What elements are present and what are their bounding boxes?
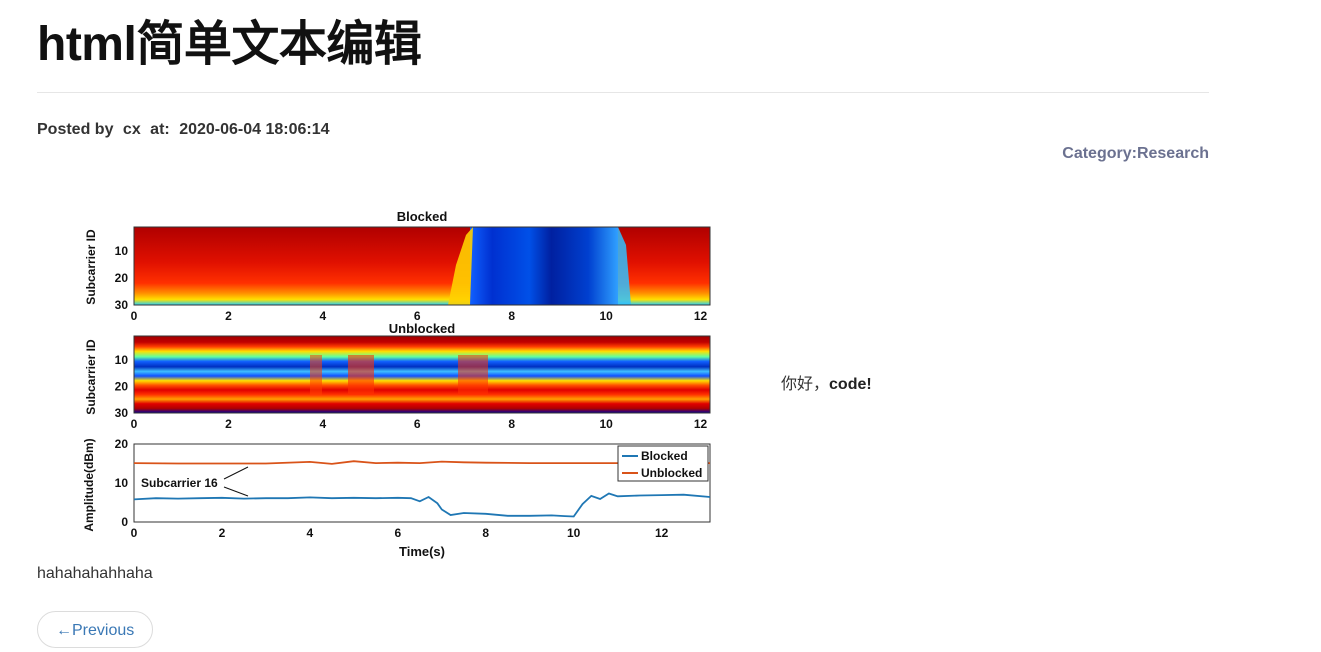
- y-tick-label: 20: [115, 437, 129, 451]
- legend-label-unblocked: Unblocked: [641, 466, 702, 480]
- y-ticks: 10 20 30: [115, 353, 129, 420]
- heatmap-blocked: Blocked Subcarrier ID 102030 0 2 4 6 8 10 12: [84, 209, 711, 323]
- y-tick-label: 0: [121, 515, 128, 529]
- y-axis-label: Subcarrier ID: [84, 339, 98, 415]
- x-tick-label: 10: [599, 417, 613, 431]
- x-tick-label: 8: [508, 309, 515, 323]
- y-tick-label: 20: [115, 271, 129, 285]
- x-ticks: 0 2 4 6 8 10 12: [131, 526, 669, 540]
- greeting-bold: code!: [829, 376, 872, 393]
- author-name: cx: [122, 121, 141, 138]
- chart-title: Blocked: [397, 209, 448, 224]
- x-tick-label: 4: [320, 309, 327, 323]
- x-tick-label: 0: [131, 417, 138, 431]
- x-tick-label: 6: [394, 526, 401, 540]
- x-tick-label: 2: [219, 526, 226, 540]
- y-axis-label: Amplitude(dBm): [82, 438, 96, 531]
- x-tick-label: 10: [599, 309, 613, 323]
- legend-label-blocked: Blocked: [641, 449, 688, 463]
- inline-greeting: 你好，code!: [781, 370, 872, 394]
- annotation-label: Subcarrier 16: [141, 476, 218, 490]
- x-tick-label: 12: [694, 309, 708, 323]
- y-ticks: 10 20 30: [115, 244, 129, 312]
- post-timestamp: 2020-06-04 18:06:14: [179, 121, 330, 138]
- amplitude-line-chart: Amplitude(dBm) Time(s) 0 10 20 0 2 4 6 8 10 12 S…: [82, 437, 711, 559]
- legend: Blocked Unblocked: [617, 445, 709, 482]
- post-title: html简单文本编辑: [37, 18, 422, 71]
- x-tick-label: 6: [414, 417, 421, 431]
- y-tick-label: 10: [115, 353, 129, 367]
- x-tick-label: 10: [567, 526, 581, 540]
- greeting-text: 你好，: [781, 376, 830, 393]
- y-ticks: 0 10 20: [115, 437, 129, 529]
- figure-image: Blocked Subcarrier ID 102030 0 2 4 6 8 10 12 U…: [82, 209, 711, 559]
- title-divider: [37, 92, 1209, 93]
- y-tick-label: 30: [115, 298, 129, 312]
- post-body-text: hahahahahhaha: [37, 565, 153, 582]
- x-tick-label: 8: [482, 526, 489, 540]
- y-axis-label: Subcarrier ID: [84, 229, 98, 305]
- x-ticks: 0 2 4 6 8 10 12: [131, 417, 708, 431]
- x-tick-label: 12: [694, 417, 708, 431]
- x-tick-label: 2: [225, 309, 232, 323]
- posted-by-label: Posted by: [37, 121, 114, 138]
- x-tick-label: 4: [320, 417, 327, 431]
- x-tick-label: 0: [131, 309, 138, 323]
- y-tick-label: 10: [115, 476, 129, 490]
- y-tick-label: 20: [115, 379, 129, 393]
- x-tick-label: 0: [131, 526, 138, 540]
- x-axis-label: Time(s): [399, 544, 445, 559]
- chart-title: Unblocked: [389, 321, 456, 336]
- x-tick-label: 12: [655, 526, 669, 540]
- x-tick-label: 8: [508, 417, 515, 431]
- heatmap-unblocked: Unblocked Subcarrier ID 10 20 30 0 2 4 6 8 10 12: [84, 321, 711, 431]
- y-tick-label: 30: [115, 406, 129, 420]
- post-meta: Posted by cx at: 2020-06-04 18:06:14: [37, 121, 335, 139]
- x-tick-label: 2: [225, 417, 232, 431]
- y-tick-label: 10: [115, 244, 129, 258]
- previous-post-button[interactable]: ←Previous: [37, 611, 154, 648]
- x-tick-label: 4: [307, 526, 314, 540]
- at-label: at:: [150, 121, 170, 138]
- post-category[interactable]: Category:Research: [1062, 145, 1209, 163]
